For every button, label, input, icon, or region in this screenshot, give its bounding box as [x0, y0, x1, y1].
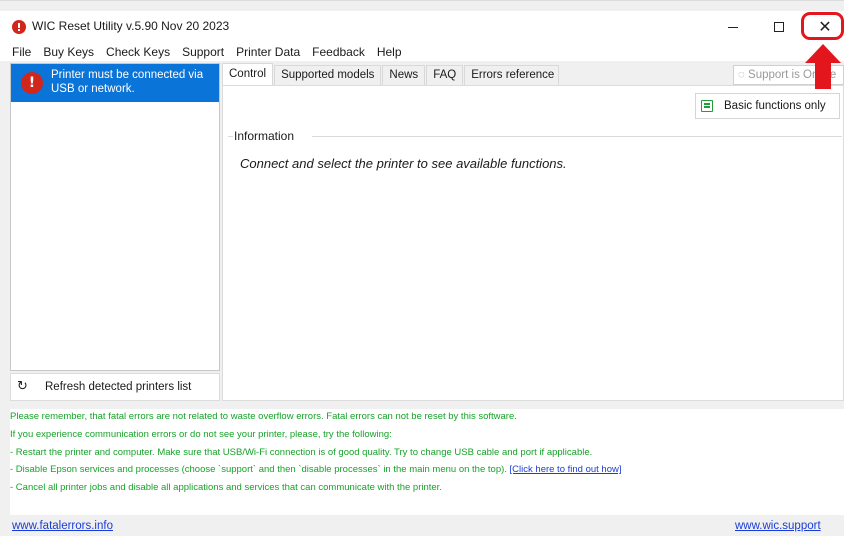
printer-status-message: Printer must be connected via USB or net… [51, 69, 204, 95]
log-line: Please remember, that fatal errors are n… [10, 411, 517, 422]
tab-supported-models[interactable]: Supported models [274, 65, 382, 85]
menu-help[interactable]: Help [371, 45, 408, 59]
wic-support-link[interactable]: www.wic.support [735, 520, 821, 532]
app-logo-icon [12, 20, 26, 34]
menu-check-keys[interactable]: Check Keys [100, 45, 176, 59]
tab-news[interactable]: News [382, 65, 426, 85]
basic-functions-toggle[interactable]: Basic functions only [695, 93, 840, 119]
title-bar: WIC Reset Utility v.5.90 Nov 20 2023 ✕ [0, 11, 844, 43]
minimize-icon [728, 26, 738, 28]
groupbox-border [228, 136, 233, 137]
basic-functions-label: Basic functions only [724, 100, 826, 112]
printer-list[interactable]: ! Printer must be connected via USB or n… [10, 63, 220, 371]
maximize-button[interactable] [756, 11, 802, 43]
alert-icon: ! [21, 72, 43, 94]
printer-list-item[interactable]: ! Printer must be connected via USB or n… [11, 64, 219, 102]
status-footer: www.fatalerrors.info www.wic.support [0, 515, 844, 536]
log-line: - Restart the printer and computer. Make… [10, 447, 593, 458]
app-window: WIC Reset Utility v.5.90 Nov 20 2023 ✕ F… [0, 0, 844, 536]
control-tab-panel [222, 85, 844, 401]
menu-support[interactable]: Support [176, 45, 230, 59]
support-status-text: Support is Online [748, 69, 837, 81]
minimize-button[interactable] [710, 11, 756, 43]
tab-control[interactable]: Control [222, 63, 274, 85]
menu-feedback[interactable]: Feedback [306, 45, 371, 59]
information-group-label: Information [234, 129, 299, 143]
tab-errors-reference[interactable]: Errors reference [464, 65, 560, 85]
tab-faq[interactable]: FAQ [426, 65, 464, 85]
find-out-how-link[interactable]: [Click here to find out how] [510, 464, 622, 475]
log-line-text: - Disable Epson services and processes (… [10, 464, 510, 475]
support-status-indicator[interactable]: ◌ Support is Online [733, 65, 844, 85]
headset-icon: ◌ [738, 69, 745, 81]
refresh-printers-button[interactable]: ↻ Refresh detected printers list [10, 373, 220, 401]
maximize-icon [774, 22, 784, 32]
tab-strip: Control Supported models News FAQ Errors… [222, 63, 560, 85]
log-line: - Disable Epson services and processes (… [10, 464, 622, 475]
refresh-label: Refresh detected printers list [45, 381, 192, 393]
menu-bar: File Buy Keys Check Keys Support Printer… [0, 43, 844, 61]
information-message: Connect and select the printer to see av… [240, 156, 567, 171]
window-title: WIC Reset Utility v.5.90 Nov 20 2023 [32, 19, 230, 33]
menu-printer-data[interactable]: Printer Data [230, 45, 306, 59]
menu-file[interactable]: File [6, 45, 37, 59]
groupbox-border [312, 136, 842, 137]
refresh-icon: ↻ [17, 379, 28, 394]
log-line: - Cancel all printer jobs and disable al… [10, 482, 442, 493]
list-icon [701, 100, 713, 112]
menu-buy-keys[interactable]: Buy Keys [37, 45, 100, 59]
close-icon: ✕ [818, 17, 832, 36]
log-panel: Please remember, that fatal errors are n… [10, 409, 844, 515]
close-button[interactable]: ✕ [802, 11, 844, 43]
log-line: If you experience communication errors o… [10, 429, 392, 440]
fatalerrors-link[interactable]: www.fatalerrors.info [12, 520, 113, 532]
